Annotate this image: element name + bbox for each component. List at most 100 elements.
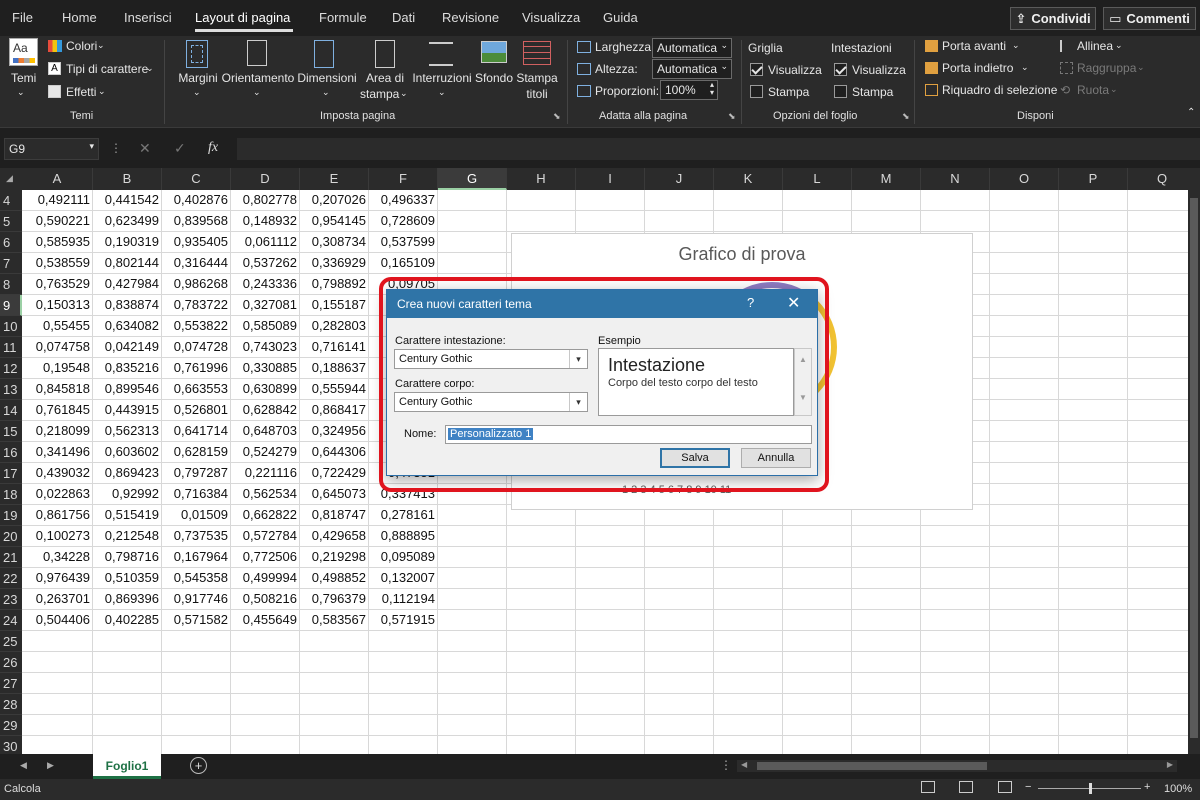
preview-scrollbar[interactable]: ▲ ▼ [794, 348, 812, 416]
cell-e22[interactable]: 0,498852 [300, 568, 369, 589]
row-header-9[interactable]: 9 [0, 295, 22, 316]
cell-d15[interactable]: 0,648703 [231, 421, 300, 442]
breaks-icon[interactable] [429, 42, 453, 66]
column-header-e[interactable]: E [300, 168, 369, 190]
cell-a11[interactable]: 0,074758 [22, 337, 93, 358]
cell-c16[interactable]: 0,628159 [162, 442, 231, 463]
cell-b21[interactable]: 0,798716 [93, 547, 162, 568]
row-header-25[interactable]: 25 [0, 631, 22, 652]
cell-c10[interactable]: 0,553822 [162, 316, 231, 337]
cell-b5[interactable]: 0,623499 [93, 211, 162, 232]
cell-b8[interactable]: 0,427984 [93, 274, 162, 295]
column-header-p[interactable]: P [1059, 168, 1128, 190]
themes-label[interactable]: Temi [11, 71, 36, 85]
sheet-tab-foglio1[interactable]: Foglio1 [93, 754, 161, 779]
cell-d7[interactable]: 0,537262 [231, 253, 300, 274]
cell-f19[interactable]: 0,278161 [369, 505, 438, 526]
cell-f20[interactable]: 0,888895 [369, 526, 438, 547]
page-break-view-icon[interactable] [998, 781, 1012, 793]
cell-e24[interactable]: 0,583567 [300, 610, 369, 631]
gridlines-print-checkbox[interactable] [750, 85, 763, 98]
tab-formule[interactable]: Formule [319, 10, 367, 25]
cell-b24[interactable]: 0,402285 [93, 610, 162, 631]
cell-c21[interactable]: 0,167964 [162, 547, 231, 568]
height-select[interactable]: Automatica ⌄ [652, 59, 732, 79]
scroll-left-icon[interactable]: ◀ [20, 760, 27, 771]
size-button[interactable]: Dimensioni [297, 71, 357, 85]
tab-layout-di-pagina[interactable]: Layout di pagina [195, 10, 290, 25]
cell-e23[interactable]: 0,796379 [300, 589, 369, 610]
cell-a18[interactable]: 0,022863 [22, 484, 93, 505]
cell-e14[interactable]: 0,868417 [300, 400, 369, 421]
cell-e10[interactable]: 0,282803 [300, 316, 369, 337]
horizontal-scrollbar[interactable]: ◀ ▶ [737, 760, 1177, 772]
cell-a21[interactable]: 0,34228 [22, 547, 93, 568]
print-titles-line2[interactable]: titoli [516, 87, 558, 101]
column-header-h[interactable]: H [507, 168, 576, 190]
comments-button[interactable]: ▭ Commenti [1103, 7, 1196, 30]
zoom-out-icon[interactable]: − [1025, 781, 1031, 793]
cell-d12[interactable]: 0,330885 [231, 358, 300, 379]
cell-d23[interactable]: 0,508216 [231, 589, 300, 610]
cell-e18[interactable]: 0,645073 [300, 484, 369, 505]
dialog-launcher-icon[interactable]: ⬊ [902, 111, 910, 122]
row-header-26[interactable]: 26 [0, 652, 22, 673]
cell-b7[interactable]: 0,802144 [93, 253, 162, 274]
themes-icon[interactable]: Aa [9, 38, 38, 66]
cell-d18[interactable]: 0,562534 [231, 484, 300, 505]
cell-d10[interactable]: 0,585089 [231, 316, 300, 337]
background-icon[interactable] [481, 41, 507, 63]
cell-a12[interactable]: 0,19548 [22, 358, 93, 379]
cell-b10[interactable]: 0,634082 [93, 316, 162, 337]
orientation-icon[interactable] [247, 40, 267, 66]
cell-d4[interactable]: 0,802778 [231, 190, 300, 211]
tab-visualizza[interactable]: Visualizza [522, 10, 580, 25]
select-all-icon[interactable]: ◢ [6, 173, 13, 184]
cell-f23[interactable]: 0,112194 [369, 589, 438, 610]
size-icon[interactable] [314, 40, 334, 68]
print-area-line2[interactable]: stampa [360, 87, 399, 101]
row-header-24[interactable]: 24 [0, 610, 22, 631]
cell-d14[interactable]: 0,628842 [231, 400, 300, 421]
column-header-n[interactable]: N [921, 168, 990, 190]
print-titles-line1[interactable]: Stampa [516, 71, 558, 85]
cell-e15[interactable]: 0,324956 [300, 421, 369, 442]
tab-revisione[interactable]: Revisione [442, 10, 499, 25]
page-layout-view-icon[interactable] [959, 781, 973, 793]
zoom-level[interactable]: 100% [1164, 783, 1192, 795]
cell-a19[interactable]: 0,861756 [22, 505, 93, 526]
cell-a5[interactable]: 0,590221 [22, 211, 93, 232]
cell-a4[interactable]: 0,492111 [22, 190, 93, 211]
send-backward-button[interactable]: Porta indietro [942, 61, 1013, 75]
cell-c23[interactable]: 0,917746 [162, 589, 231, 610]
print-area-line1[interactable]: Area di [360, 71, 410, 85]
cell-d11[interactable]: 0,743023 [231, 337, 300, 358]
collapse-ribbon-icon[interactable]: ⌃ [1187, 107, 1195, 118]
cell-b12[interactable]: 0,835216 [93, 358, 162, 379]
cell-f18[interactable]: 0,337413 [369, 484, 438, 505]
cell-c18[interactable]: 0,716384 [162, 484, 231, 505]
cell-f24[interactable]: 0,571915 [369, 610, 438, 631]
tab-home[interactable]: Home [62, 10, 97, 25]
heading-font-select[interactable]: Century Gothic ▾ [394, 349, 588, 369]
cell-b6[interactable]: 0,190319 [93, 232, 162, 253]
headings-view-checkbox[interactable] [834, 63, 847, 76]
dialog-launcher-icon[interactable]: ⬊ [553, 111, 561, 122]
cell-e12[interactable]: 0,188637 [300, 358, 369, 379]
scrollbar-thumb[interactable] [1190, 198, 1198, 738]
row-header-4[interactable]: 4 [0, 190, 22, 211]
name-box[interactable]: G9 ▾ [4, 138, 99, 160]
cell-c17[interactable]: 0,797287 [162, 463, 231, 484]
cell-b14[interactable]: 0,443915 [93, 400, 162, 421]
cell-c15[interactable]: 0,641714 [162, 421, 231, 442]
help-icon[interactable]: ? [747, 295, 754, 310]
background-button[interactable]: Sfondo [474, 71, 514, 85]
cell-d9[interactable]: 0,327081 [231, 295, 300, 316]
chart-legend[interactable]: 1 2 3 4 5 6 7 8 9 10 11 [622, 484, 731, 496]
scale-stepper[interactable]: 100% ▴ ▾ [660, 80, 718, 100]
cell-d24[interactable]: 0,455649 [231, 610, 300, 631]
rotate-button[interactable]: Ruota [1077, 83, 1109, 97]
cell-c5[interactable]: 0,839568 [162, 211, 231, 232]
cell-a6[interactable]: 0,585935 [22, 232, 93, 253]
cell-a20[interactable]: 0,100273 [22, 526, 93, 547]
